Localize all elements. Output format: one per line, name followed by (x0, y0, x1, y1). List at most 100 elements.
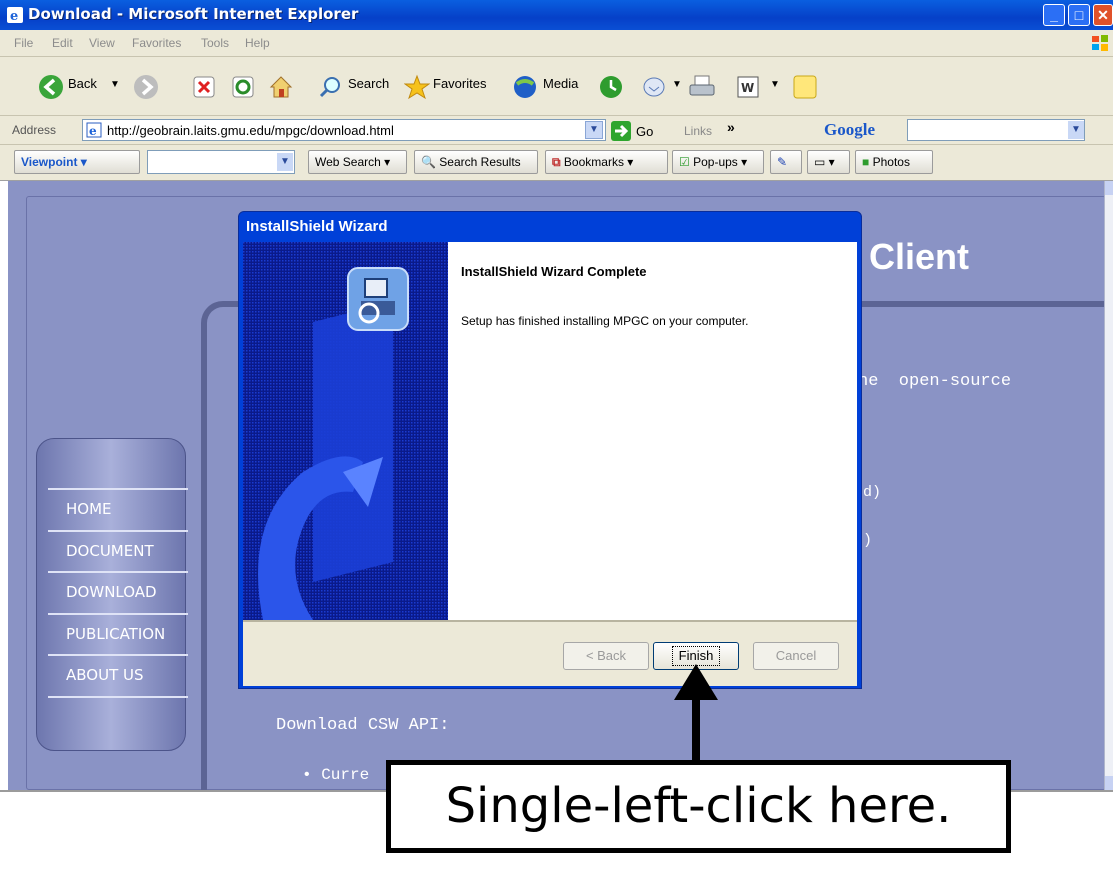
viewpoint-toolbar: Viewpoint ▾ ▼ Web Search ▾ 🔍 Search Resu… (0, 145, 1113, 181)
window-title: Download - Microsoft Internet Explorer (28, 5, 359, 23)
nav-divider (48, 696, 188, 698)
page-text-paren-2: ) (863, 532, 873, 549)
search-results-icon: 🔍 (421, 155, 436, 169)
menu-edit[interactable]: Edit (52, 36, 73, 50)
menu-file[interactable]: File (14, 36, 33, 50)
maximize-button[interactable]: □ (1068, 4, 1090, 26)
minimize-button[interactable]: _ (1043, 4, 1065, 26)
mail-dropdown-icon[interactable]: ▼ (672, 79, 682, 90)
internet-explorer-icon: e (7, 7, 23, 24)
search-icon[interactable] (318, 75, 342, 99)
installer-computer-icon (347, 267, 409, 331)
google-toolbar-button[interactable]: Google (824, 120, 875, 140)
discuss-note-icon[interactable] (792, 74, 818, 100)
menu-view[interactable]: View (89, 36, 115, 50)
print-icon[interactable] (688, 74, 716, 100)
viewpoint-button[interactable]: Viewpoint ▾ (14, 150, 140, 174)
nav-document[interactable]: DOCUMENT (46, 531, 190, 571)
nav-divider (48, 571, 188, 573)
bookmarks-button[interactable]: ⧉ Bookmarks ▾ (545, 150, 668, 174)
nav-divider (48, 613, 188, 615)
annotation-arrow-icon (674, 664, 718, 762)
bookmarks-icon: ⧉ (552, 155, 561, 169)
page-heading-fragment: l Client (849, 236, 970, 277)
menu-tools[interactable]: Tools (201, 36, 229, 50)
dialog-body: InstallShield Wizard Complete Setup has … (243, 242, 857, 686)
dialog-title: InstallShield Wizard (246, 218, 388, 235)
highlighter-icon: ✎ (777, 155, 788, 169)
nav-divider (48, 488, 188, 490)
home-icon[interactable] (268, 74, 294, 100)
windows-logo-icon (1092, 35, 1108, 51)
edit-dropdown-icon[interactable]: ▼ (770, 79, 780, 90)
download-csw-heading: Download CSW API: (276, 716, 450, 735)
scroll-down-icon[interactable] (1105, 776, 1113, 790)
cancel-button[interactable]: Cancel (753, 642, 839, 670)
menu-bar: File Edit View Favorites Tools Help (0, 30, 1113, 57)
web-search-label: Web Search (315, 155, 381, 169)
nav-home[interactable]: HOME (46, 489, 190, 529)
links-button[interactable]: Links (684, 124, 712, 138)
media-button[interactable]: Media (543, 76, 578, 91)
close-button[interactable]: ✕ (1093, 4, 1113, 26)
favorites-star-icon[interactable] (404, 74, 430, 100)
page-text-open-source: he open-source (858, 372, 1012, 391)
refresh-icon[interactable] (232, 76, 254, 98)
popups-button[interactable]: ☑ Pop-ups ▾ (672, 150, 764, 174)
nav-download[interactable]: DOWNLOAD (46, 572, 190, 612)
address-dropdown-icon[interactable]: ▼ (585, 121, 603, 139)
svg-text:e: e (10, 9, 18, 24)
back-dropdown-icon[interactable]: ▼ (110, 79, 120, 90)
google-search-input[interactable] (907, 119, 1085, 141)
go-arrow-icon[interactable] (611, 121, 631, 141)
download-list-item: • Curre (302, 766, 370, 784)
forward-arrow-icon[interactable] (133, 74, 159, 100)
window-options-icon: ▭ (814, 155, 826, 169)
address-url: http://geobrain.laits.gmu.edu/mpgc/downl… (107, 123, 394, 138)
edit-word-icon[interactable]: W (737, 76, 759, 98)
address-input[interactable]: e http://geobrain.laits.gmu.edu/mpgc/dow… (82, 119, 606, 141)
wizard-content-panel: InstallShield Wizard Complete Setup has … (448, 242, 857, 620)
go-button[interactable]: Go (636, 124, 653, 139)
google-dropdown-icon[interactable]: ▼ (1068, 121, 1084, 139)
nav-publication[interactable]: PUBLICATION (46, 614, 190, 654)
photos-button[interactable]: ■ Photos (855, 150, 933, 174)
search-results-label: Search Results (439, 155, 521, 169)
nav-divider (48, 654, 188, 656)
menu-favorites[interactable]: Favorites (132, 36, 181, 50)
nav-about-us[interactable]: ABOUT US (46, 655, 190, 695)
svg-text:e: e (89, 124, 97, 138)
wizard-heading: InstallShield Wizard Complete (461, 264, 647, 279)
svg-text:W: W (741, 81, 754, 95)
viewpoint-dropdown-icon[interactable]: ▼ (277, 153, 293, 171)
dialog-separator (243, 620, 857, 622)
links-chevron-icon[interactable]: » (727, 119, 735, 135)
search-results-button[interactable]: 🔍 Search Results (414, 150, 538, 174)
scroll-up-icon[interactable] (1105, 181, 1113, 195)
photos-icon: ■ (862, 155, 870, 169)
viewpoint-label: Viewpoint (21, 155, 78, 169)
nav-divider (48, 530, 188, 532)
page-icon: e (86, 122, 102, 138)
highlighter-button[interactable]: ✎ (770, 150, 802, 174)
search-button[interactable]: Search (348, 76, 389, 91)
standard-toolbar: Back ▼ Search Favorites Media ▼ W ▼ (0, 57, 1113, 116)
back-button-disabled[interactable]: < Back (563, 642, 649, 670)
popups-check-icon: ☑ (679, 155, 690, 169)
wizard-side-graphic (243, 242, 448, 620)
back-arrow-icon[interactable] (38, 74, 64, 100)
page-scrollbar[interactable] (1104, 181, 1113, 790)
download-list-item-text: Curre (321, 766, 370, 784)
popups-label: Pop-ups (693, 155, 738, 169)
mail-icon[interactable] (642, 74, 670, 100)
web-search-button[interactable]: Web Search ▾ (308, 150, 407, 174)
page-text-paren-1: d) (863, 484, 882, 501)
stop-icon[interactable] (193, 76, 215, 98)
media-icon[interactable] (512, 74, 538, 100)
menu-help[interactable]: Help (245, 36, 270, 50)
favorites-button[interactable]: Favorites (433, 76, 486, 91)
viewpoint-search-input[interactable]: ▼ (147, 150, 295, 174)
history-icon[interactable] (598, 74, 624, 100)
back-button[interactable]: Back (68, 76, 97, 91)
window-options-button[interactable]: ▭ ▾ (807, 150, 850, 174)
